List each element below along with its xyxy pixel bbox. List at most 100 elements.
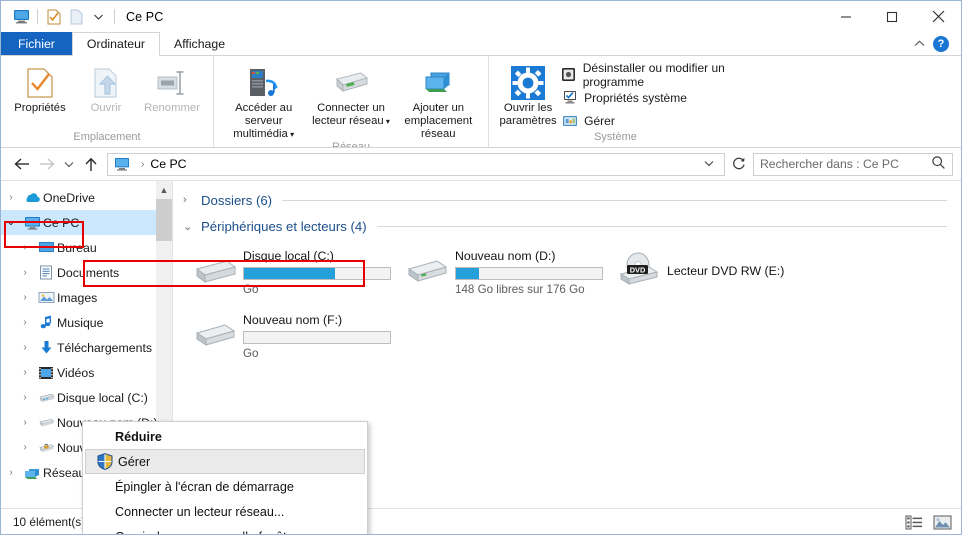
- qat-dropdown-caret[interactable]: [87, 7, 109, 27]
- ribbon-group-label: Système: [594, 131, 637, 143]
- chevron-right-icon[interactable]: ›: [15, 267, 35, 278]
- scroll-up-button[interactable]: ▲: [156, 181, 172, 198]
- sidebar-item-onedrive[interactable]: › OneDrive: [1, 185, 172, 210]
- new-folder-icon[interactable]: [65, 7, 87, 27]
- pictures-icon: [35, 291, 57, 304]
- refresh-button[interactable]: [727, 153, 751, 176]
- drive-usage-fill: [244, 268, 335, 279]
- chevron-down-icon[interactable]: ▾: [288, 130, 294, 139]
- content-group-dossiers[interactable]: › Dossiers (6): [173, 187, 961, 213]
- large-icons-view-icon[interactable]: [931, 512, 953, 532]
- search-box[interactable]: Rechercher dans : Ce PC: [753, 152, 953, 176]
- open-icon: [92, 64, 120, 102]
- ribbon-button-gerer[interactable]: Gérer: [561, 111, 776, 130]
- chevron-down-icon[interactable]: ▾: [384, 117, 390, 126]
- sidebar-item-label: Musique: [57, 315, 104, 330]
- tab-ordinateur[interactable]: Ordinateur: [71, 32, 161, 56]
- sidebar-item-bureau[interactable]: › Bureau: [1, 235, 172, 260]
- ribbon-button-proprietes[interactable]: Propriétés: [7, 60, 73, 115]
- recent-locations-button[interactable]: [59, 151, 78, 177]
- context-menu-item-ouvrir-nouvelle-fenetre[interactable]: Ouvrir dans une nouvelle fenêtre: [83, 524, 367, 535]
- help-icon[interactable]: ?: [933, 36, 949, 52]
- chevron-right-icon[interactable]: ›: [15, 367, 35, 378]
- context-menu-label: Ouvrir dans une nouvelle fenêtre: [115, 530, 298, 535]
- drive-tile-c[interactable]: Disque local (C:) Go: [189, 245, 401, 303]
- uac-shield-icon: [92, 453, 118, 470]
- search-icon[interactable]: [931, 155, 946, 173]
- sidebar-item-documents[interactable]: › Documents: [1, 260, 172, 285]
- desktop-icon: [35, 241, 57, 254]
- scrollbar-thumb[interactable]: [156, 199, 172, 241]
- chevron-right-icon[interactable]: ›: [15, 342, 35, 353]
- ribbon-button-desinstaller-modifier-programme[interactable]: Désinstaller ou modifier un programme: [561, 61, 776, 89]
- sidebar-item-telechargements[interactable]: › Téléchargements: [1, 335, 172, 360]
- breadcrumb-item-ce-pc[interactable]: Ce PC: [150, 157, 186, 171]
- chevron-right-icon[interactable]: ›: [15, 317, 35, 328]
- minimize-button[interactable]: [823, 1, 869, 32]
- content-group-peripheriques[interactable]: ⌄ Périphériques et lecteurs (4): [173, 213, 961, 239]
- context-menu-item-connecter-lecteur-reseau[interactable]: Connecter un lecteur réseau...: [83, 499, 367, 524]
- ribbon-button-proprietes-systeme[interactable]: Propriétés système: [561, 88, 776, 107]
- search-input[interactable]: Rechercher dans : Ce PC: [760, 157, 931, 171]
- details-view-icon[interactable]: [903, 512, 925, 532]
- breadcrumb-separator[interactable]: ›: [141, 159, 144, 170]
- drive-tile-f[interactable]: Nouveau nom (F:) Go: [189, 309, 401, 367]
- chevron-right-icon[interactable]: ›: [15, 392, 35, 403]
- close-button[interactable]: [915, 1, 961, 32]
- drive-name: Nouveau nom (F:): [243, 313, 343, 327]
- chevron-right-icon[interactable]: ›: [15, 442, 35, 453]
- chevron-right-icon[interactable]: ›: [1, 467, 21, 478]
- ribbon-button-acceder-serveur-multimedia[interactable]: Accéder au serveur multimédia ▾: [220, 60, 307, 141]
- chevron-right-icon[interactable]: ›: [15, 242, 35, 253]
- context-menu-item-epingler-demarrage[interactable]: Épingler à l'écran de démarrage: [83, 474, 367, 499]
- ribbon-button-connecter-lecteur-reseau[interactable]: Connecter un lecteur réseau ▾: [307, 60, 394, 128]
- sidebar-item-images[interactable]: › Images: [1, 285, 172, 310]
- properties-icon: [26, 64, 54, 102]
- drive-free-space: 148 Go libres sur 176 Go: [455, 283, 585, 296]
- ribbon-button-renommer[interactable]: Renommer: [139, 60, 205, 115]
- properties-icon[interactable]: [43, 7, 65, 27]
- ribbon-button-label: Désinstaller ou modifier un programme: [582, 60, 725, 89]
- tab-fichier[interactable]: Fichier: [1, 32, 72, 55]
- sidebar-item-label: Documents: [57, 265, 120, 280]
- sidebar-item-label: OneDrive: [43, 190, 95, 205]
- chevron-right-icon[interactable]: ›: [1, 192, 21, 203]
- pc-icon[interactable]: [10, 7, 32, 27]
- drive-tile-e[interactable]: DVD Lecteur DVD RW (E:): [613, 245, 825, 297]
- manage-icon: [561, 112, 578, 129]
- chevron-up-icon[interactable]: [914, 38, 925, 50]
- chevron-right-icon[interactable]: ›: [15, 292, 35, 303]
- ribbon-button-label: Renommer: [144, 102, 200, 114]
- ribbon-button-ajouter-emplacement-reseau[interactable]: Ajouter un emplacement réseau: [395, 60, 482, 141]
- context-menu-label: Gérer: [118, 454, 151, 469]
- drive-tile-d[interactable]: Nouveau nom (D:) 148 Go libres sur 176 G…: [401, 245, 613, 303]
- forward-button[interactable]: [34, 151, 59, 177]
- chevron-right-icon[interactable]: ›: [15, 417, 35, 428]
- address-path-box[interactable]: › Ce PC: [107, 152, 725, 176]
- sidebar-item-ce-pc[interactable]: ⌄ Ce PC: [1, 210, 172, 235]
- sidebar-item-videos[interactable]: › Vidéos: [1, 360, 172, 385]
- music-icon: [35, 315, 57, 330]
- maximize-button[interactable]: [869, 1, 915, 32]
- up-button[interactable]: [78, 151, 103, 177]
- context-menu-item-gerer[interactable]: Gérer: [85, 449, 365, 474]
- context-menu-item-reduire[interactable]: Réduire: [83, 424, 367, 449]
- quick-access-toolbar: [10, 7, 120, 27]
- chevron-down-icon[interactable]: [698, 159, 720, 170]
- chevron-right-icon[interactable]: ›: [183, 194, 201, 206]
- ribbon-tab-right-controls: ?: [914, 32, 957, 56]
- sidebar-item-disque-local-c[interactable]: › Disque local (C:): [1, 385, 172, 410]
- tab-affichage[interactable]: Affichage: [160, 32, 239, 55]
- chevron-down-icon[interactable]: ⌄: [1, 217, 21, 228]
- sidebar-item-musique[interactable]: › Musique: [1, 310, 172, 335]
- ribbon-button-ouvrir[interactable]: Ouvrir: [73, 60, 139, 115]
- ribbon-button-ouvrir-parametres[interactable]: Ouvrir les paramètres: [495, 60, 561, 128]
- chevron-down-icon[interactable]: ⌄: [183, 220, 201, 233]
- network-icon: [21, 466, 43, 480]
- context-menu-label: Épingler à l'écran de démarrage: [115, 479, 294, 494]
- drive-usage-fill: [456, 268, 480, 279]
- drive-icon: [401, 245, 455, 297]
- back-button[interactable]: [9, 151, 34, 177]
- group-rule: [282, 199, 947, 201]
- drive-name: Nouveau nom (D:): [455, 249, 556, 263]
